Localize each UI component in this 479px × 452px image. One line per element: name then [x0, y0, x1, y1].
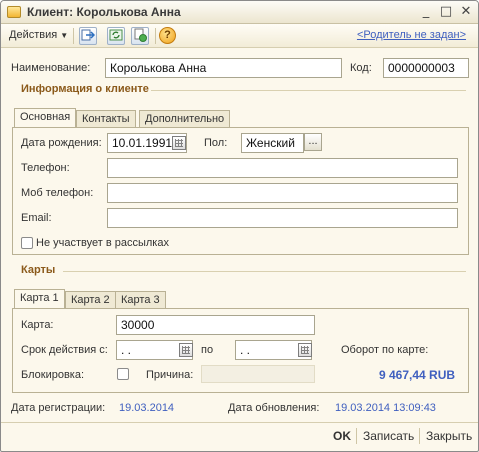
tab-additional[interactable]: Дополнительно	[139, 110, 231, 128]
help-icon[interactable]: ?	[159, 27, 176, 44]
name-label: Наименование:	[11, 62, 91, 74]
window-title: Клиент: Королькова Анна	[27, 5, 181, 19]
footer-separator	[356, 428, 357, 444]
validity-label: Срок действия с:	[21, 344, 108, 356]
toolbar: Действия ▼ ? <Родитель не задан>	[1, 24, 478, 48]
birth-date-label: Дата рождения:	[21, 137, 102, 149]
dropdown-arrow-icon: ▼	[60, 31, 69, 40]
turnover-label: Оборот по карте:	[341, 344, 429, 356]
block-label: Блокировка:	[21, 369, 85, 381]
newsletter-checkbox[interactable]	[21, 237, 33, 249]
turnover-amount: 9 467,44 RUB	[379, 368, 456, 382]
toolbar-separator	[155, 28, 156, 44]
registration-date-value: 19.03.2014	[119, 402, 175, 414]
calendar-icon[interactable]	[298, 343, 312, 357]
refresh-icon[interactable]	[107, 27, 125, 45]
mobile-label: Моб телефон:	[21, 187, 94, 199]
email-field[interactable]	[107, 208, 458, 228]
section-divider	[63, 271, 466, 272]
app-icon	[7, 6, 21, 18]
card-label: Карта:	[21, 319, 54, 331]
phone-field[interactable]	[107, 158, 458, 178]
minimize-button[interactable]: _	[417, 4, 435, 20]
newsletter-label: Не участвует в рассылках	[36, 237, 169, 249]
maximize-button[interactable]: □	[437, 4, 455, 20]
cards-title: Карты	[21, 264, 56, 276]
registration-date-label: Дата регистрации:	[11, 402, 106, 414]
client-form-window: Клиент: Королькова Анна _ □ ✕ Действия ▼…	[0, 0, 479, 452]
card-number-field[interactable]: 30000	[116, 315, 315, 335]
gender-label: Пол:	[204, 137, 228, 149]
tab-contacts[interactable]: Контакты	[76, 110, 136, 128]
actions-menu-label: Действия	[9, 29, 58, 41]
client-info-title: Информация о клиенте	[21, 83, 149, 95]
section-divider	[151, 90, 466, 91]
code-field[interactable]: 0000000003	[383, 58, 469, 78]
save-button[interactable]: Записать	[363, 429, 414, 443]
actions-menu[interactable]: Действия ▼	[9, 29, 68, 41]
parent-link[interactable]: <Родитель не задан>	[357, 29, 466, 41]
block-checkbox[interactable]	[117, 368, 129, 380]
update-date-label: Дата обновления:	[228, 402, 320, 414]
email-label: Email:	[21, 212, 52, 224]
reason-label: Причина:	[146, 369, 194, 381]
footer-separator	[419, 428, 420, 444]
gender-field[interactable]: Женский	[241, 133, 304, 153]
close-window-button[interactable]: ✕	[457, 4, 475, 20]
phone-label: Телефон:	[21, 162, 70, 174]
reason-field	[201, 365, 315, 383]
mobile-field[interactable]	[107, 183, 458, 203]
ok-button[interactable]: OK	[333, 429, 351, 443]
footer-divider	[1, 422, 478, 423]
update-date-value: 19.03.2014 13:09:43	[335, 402, 436, 414]
calendar-icon[interactable]	[179, 343, 193, 357]
copy-document-icon[interactable]	[131, 27, 149, 45]
code-label: Код:	[350, 62, 372, 74]
close-button[interactable]: Закрыть	[426, 429, 472, 443]
tab-card-1[interactable]: Карта 1	[14, 289, 65, 309]
tab-card-3[interactable]: Карта 3	[115, 291, 166, 309]
gender-select-button[interactable]: ...	[304, 133, 322, 151]
validity-to-label: по	[201, 344, 214, 356]
tab-card-2[interactable]: Карта 2	[65, 291, 116, 309]
toolbar-separator	[73, 28, 74, 44]
tab-main[interactable]: Основная	[14, 108, 77, 128]
name-field[interactable]: Королькова Анна	[105, 58, 342, 78]
title-bar: Клиент: Королькова Анна _ □ ✕	[1, 1, 478, 24]
go-to-icon[interactable]	[79, 27, 97, 45]
calendar-icon[interactable]	[172, 136, 186, 150]
